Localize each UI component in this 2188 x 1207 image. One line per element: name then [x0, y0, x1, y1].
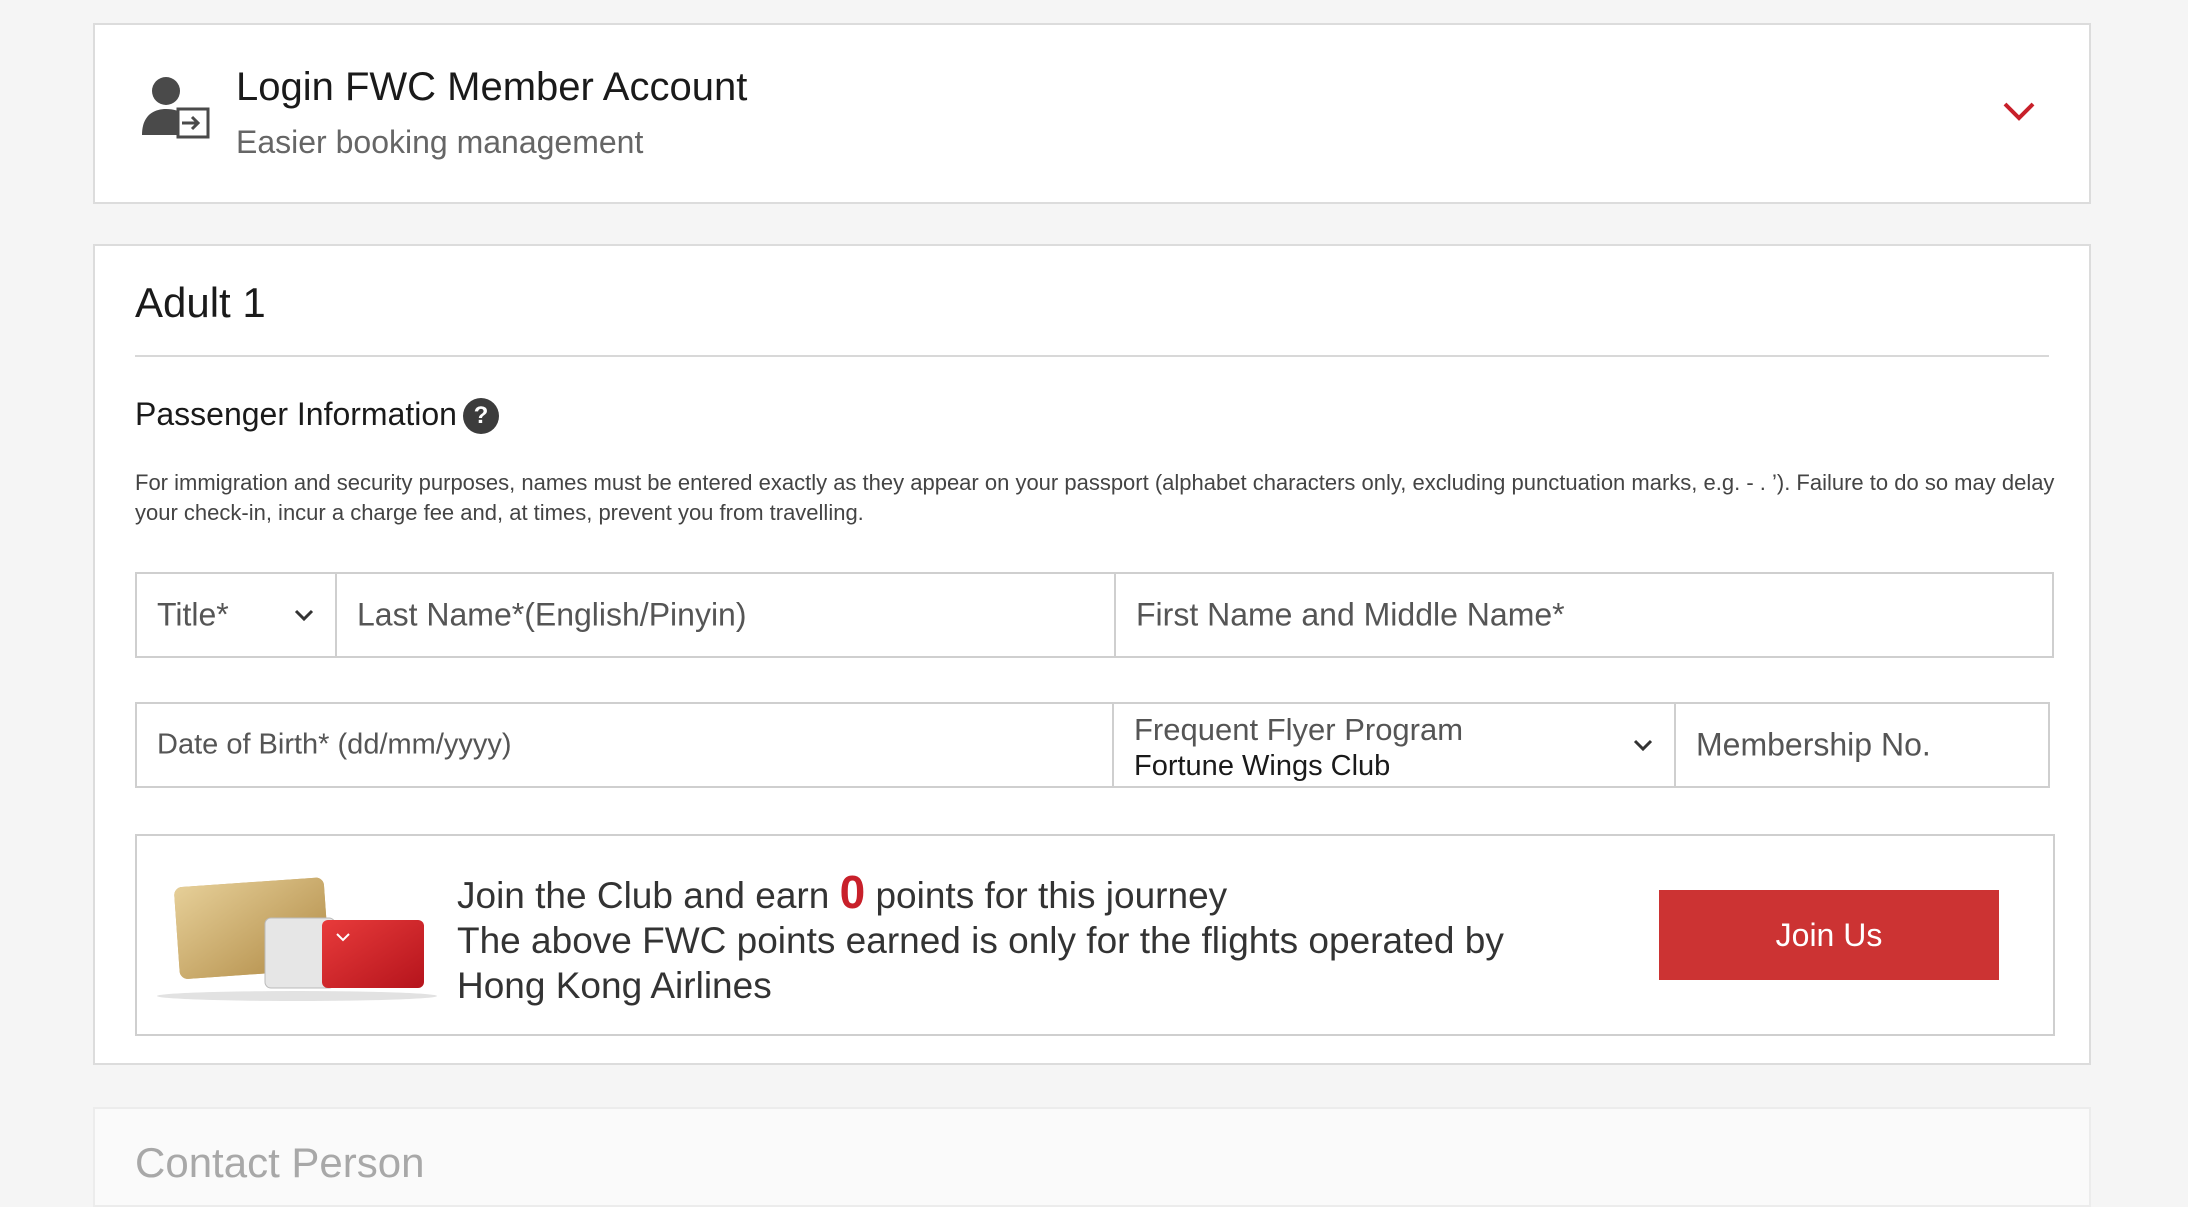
- last-name-input[interactable]: Last Name*(English/Pinyin): [335, 572, 1169, 658]
- contact-title: Contact Person: [135, 1139, 425, 1186]
- chevron-down-icon: [294, 609, 314, 622]
- points-value: 0: [839, 866, 866, 918]
- join-message: Join the Club and earn 0 points for this…: [457, 869, 1577, 1008]
- frequent-flyer-select[interactable]: Frequent Flyer Program Fortune Wings Clu…: [1112, 702, 1676, 788]
- date-of-birth-input[interactable]: Date of Birth* (dd/mm/yyyy): [135, 702, 1169, 788]
- membership-cards-image: [157, 877, 437, 1001]
- membership-placeholder: Membership No.: [1696, 726, 1931, 763]
- title-select[interactable]: Title*: [135, 572, 337, 658]
- title-placeholder: Title*: [157, 596, 229, 633]
- first-name-input[interactable]: First Name and Middle Name*: [1114, 572, 2054, 658]
- passenger-heading: Adult 1: [135, 279, 266, 326]
- ffp-value: Fortune Wings Club: [1134, 750, 1391, 782]
- user-login-icon: [142, 77, 210, 139]
- first-name-placeholder: First Name and Middle Name*: [1136, 596, 1565, 633]
- divider: [135, 355, 2049, 357]
- login-panel[interactable]: Login FWC Member Account Easier booking …: [93, 23, 2091, 204]
- help-icon[interactable]: ?: [463, 398, 499, 434]
- passport-notice: For immigration and security purposes, n…: [135, 470, 2055, 525]
- section-title: Passenger Information: [135, 396, 457, 432]
- contact-person-panel: Contact Person: [93, 1107, 2091, 1207]
- chevron-down-icon[interactable]: [1999, 91, 2039, 131]
- login-subtitle: Easier booking management: [236, 124, 644, 160]
- join-club-banner: Join the Club and earn 0 points for this…: [135, 834, 2055, 1036]
- last-name-placeholder: Last Name*(English/Pinyin): [357, 596, 747, 633]
- chevron-down-icon: [1633, 739, 1653, 752]
- join-line1-prefix: Join the Club and earn: [457, 875, 840, 916]
- membership-number-input[interactable]: Membership No.: [1674, 702, 2050, 788]
- join-us-button[interactable]: Join Us: [1659, 890, 1999, 980]
- ffp-label: Frequent Flyer Program: [1134, 712, 1464, 747]
- join-line2: The above FWC points earned is only for …: [457, 920, 1504, 1006]
- dob-placeholder: Date of Birth* (dd/mm/yyyy): [157, 728, 512, 761]
- join-line1-suffix: points for this journey: [865, 875, 1228, 916]
- login-title: Login FWC Member Account: [236, 65, 748, 109]
- passenger-card: Adult 1 Passenger Information ? For immi…: [93, 244, 2091, 1065]
